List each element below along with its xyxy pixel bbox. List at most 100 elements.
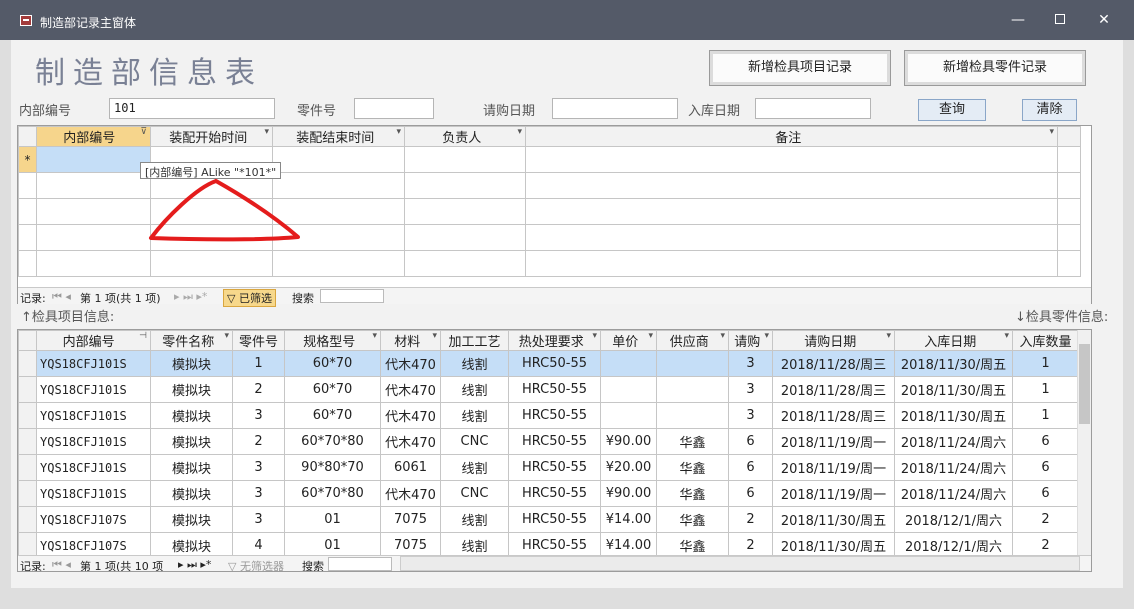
table-cell[interactable]: 模拟块 <box>150 480 233 507</box>
minimize-icon[interactable]: — <box>1008 10 1028 30</box>
column-header[interactable]: 加工工艺 <box>440 330 509 351</box>
search-box[interactable] <box>320 289 384 303</box>
table-row[interactable]: YQS18CFJ101S 模拟块 3 60*70 代木470 线割 HRC50-55 3 201… <box>18 402 1079 429</box>
table-cell[interactable]: HRC50-55 <box>508 428 601 455</box>
table-cell[interactable]: 6061 <box>380 454 441 481</box>
table-cell[interactable]: ¥90.00 <box>600 480 657 507</box>
table-cell[interactable]: 线割 <box>440 350 509 377</box>
table-row[interactable]: YQS18CFJ101S 模拟块 3 90*80*70 6061 线割 HRC50-55 ¥2… <box>18 454 1079 481</box>
table-cell[interactable]: YQS18CFJ101S <box>36 402 151 429</box>
table-cell[interactable]: 代木470 <box>380 402 441 429</box>
table-cell[interactable]: ¥14.00 <box>600 506 657 533</box>
table-cell[interactable]: 模拟块 <box>150 350 233 377</box>
first-record-icon[interactable]: ⏮ ◂ <box>52 558 71 571</box>
row-selector[interactable] <box>18 350 37 377</box>
purchase-date-input[interactable] <box>552 98 678 119</box>
column-header-assembly-end[interactable]: 装配结束时间 ▾ <box>272 126 405 147</box>
table-cell[interactable]: 2018/11/24/周六 <box>894 428 1013 455</box>
row-selector[interactable] <box>18 506 37 533</box>
maximize-icon[interactable] <box>1050 10 1070 30</box>
table-cell[interactable]: 6 <box>728 454 773 481</box>
table-cell[interactable]: 2018/11/28/周三 <box>772 376 895 403</box>
table-cell[interactable]: 6 <box>1012 480 1079 507</box>
table-cell[interactable]: 2018/11/24/周六 <box>894 480 1013 507</box>
record-position[interactable]: 第 1 项(共 10 项 <box>80 558 163 571</box>
table-cell[interactable]: HRC50-55 <box>508 480 601 507</box>
column-header[interactable]: 零件号 <box>232 330 285 351</box>
table-cell[interactable]: ¥20.00 <box>600 454 657 481</box>
no-filter-toggle[interactable]: ▽ 无筛选器 <box>228 558 284 571</box>
table-cell[interactable]: 1 <box>1012 376 1079 403</box>
row-selector-header[interactable] <box>18 330 37 351</box>
dropdown-icon[interactable]: ▾ <box>264 128 269 138</box>
table-cell[interactable]: 3 <box>728 350 773 377</box>
table-cell[interactable] <box>656 402 729 429</box>
table-cell[interactable]: 3 <box>232 506 285 533</box>
table-cell[interactable] <box>36 146 151 173</box>
row-selector[interactable] <box>18 376 37 403</box>
table-cell[interactable]: 60*70 <box>284 402 381 429</box>
table-cell[interactable]: 华鑫 <box>656 428 729 455</box>
table-row[interactable]: YQS18CFJ101S 模拟块 2 60*70 代木470 线割 HRC50-55 3 201… <box>18 376 1079 403</box>
table-cell[interactable]: 华鑫 <box>656 480 729 507</box>
first-record-icon[interactable]: ⏮ ◂ <box>52 290 71 304</box>
table-cell[interactable]: 2018/11/28/周三 <box>772 402 895 429</box>
table-cell[interactable]: 6 <box>1012 454 1079 481</box>
search-box[interactable] <box>328 557 392 571</box>
table-cell[interactable]: 线割 <box>440 506 509 533</box>
table-cell[interactable]: YQS18CFJ107S <box>36 506 151 533</box>
table-row[interactable]: YQS18CFJ101S 模拟块 2 60*70*80 代木470 CNC HRC50-55… <box>18 428 1079 455</box>
table-row[interactable]: YQS18CFJ101S 模拟块 3 60*70*80 代木470 CNC HRC50-55… <box>18 480 1079 507</box>
table-cell[interactable]: 模拟块 <box>150 376 233 403</box>
clear-button[interactable]: 清除 <box>1022 99 1077 121</box>
table-cell[interactable]: 01 <box>284 506 381 533</box>
table-cell[interactable]: HRC50-55 <box>508 376 601 403</box>
row-selector[interactable] <box>18 428 37 455</box>
column-header[interactable]: 请购 ▾ <box>728 330 773 351</box>
table-cell[interactable]: 2018/11/24/周六 <box>894 454 1013 481</box>
part-number-input[interactable] <box>354 98 434 119</box>
table-cell[interactable] <box>656 376 729 403</box>
table-cell[interactable]: 1 <box>1012 402 1079 429</box>
table-cell[interactable]: 2018/11/30/周五 <box>772 506 895 533</box>
table-cell[interactable]: 90*80*70 <box>284 454 381 481</box>
table-cell[interactable]: 2 <box>728 506 773 533</box>
internal-id-input[interactable]: 101 <box>109 98 275 119</box>
table-cell[interactable]: 2 <box>1012 506 1079 533</box>
stock-date-input[interactable] <box>755 98 871 119</box>
table-cell[interactable]: HRC50-55 <box>508 506 601 533</box>
table-row[interactable]: YQS18CFJ101S 模拟块 1 60*70 代木470 线割 HRC50-55 3 201… <box>18 350 1079 377</box>
table-cell[interactable]: 2018/11/30/周五 <box>894 350 1013 377</box>
table-cell[interactable] <box>656 350 729 377</box>
column-header[interactable]: 单价 ▾ <box>600 330 657 351</box>
table-cell[interactable] <box>272 146 405 173</box>
next-record-icon[interactable]: ▸ ⏭ ▸* <box>174 290 207 304</box>
horizontal-scrollbar[interactable] <box>400 556 1080 571</box>
column-header[interactable]: 请购日期 ▾ <box>772 330 895 351</box>
table-cell[interactable]: 线割 <box>440 402 509 429</box>
column-header[interactable]: 热处理要求 ▾ <box>508 330 601 351</box>
column-header[interactable]: 材料 ▾ <box>380 330 441 351</box>
column-header[interactable]: 供应商 ▾ <box>656 330 729 351</box>
table-cell[interactable]: 1 <box>1012 350 1079 377</box>
table-cell[interactable]: 模拟块 <box>150 506 233 533</box>
row-selector[interactable] <box>18 454 37 481</box>
table-cell[interactable] <box>600 376 657 403</box>
vertical-scrollbar[interactable] <box>1077 330 1091 555</box>
column-header[interactable]: 入库日期 ▾ <box>894 330 1013 351</box>
table-cell[interactable]: 3 <box>728 402 773 429</box>
table-cell[interactable]: 3 <box>232 402 285 429</box>
filter-icon[interactable]: ⊽ <box>140 128 147 138</box>
table-cell[interactable] <box>600 350 657 377</box>
table-cell[interactable]: HRC50-55 <box>508 350 601 377</box>
table-cell[interactable]: CNC <box>440 480 509 507</box>
table-cell[interactable]: 代木470 <box>380 350 441 377</box>
column-header[interactable]: 内部编号 ⊣ <box>36 330 151 351</box>
table-cell[interactable]: 1 <box>232 350 285 377</box>
table-cell[interactable]: 2018/11/30/周五 <box>894 402 1013 429</box>
column-header-remarks[interactable]: 备注 ▾ <box>525 126 1058 147</box>
table-cell[interactable]: 6 <box>728 428 773 455</box>
record-position[interactable]: 第 1 项(共 1 项) <box>80 290 161 306</box>
column-header-internal-id[interactable]: 内部编号 ⊽ <box>36 126 151 147</box>
table-cell[interactable]: 7075 <box>380 506 441 533</box>
